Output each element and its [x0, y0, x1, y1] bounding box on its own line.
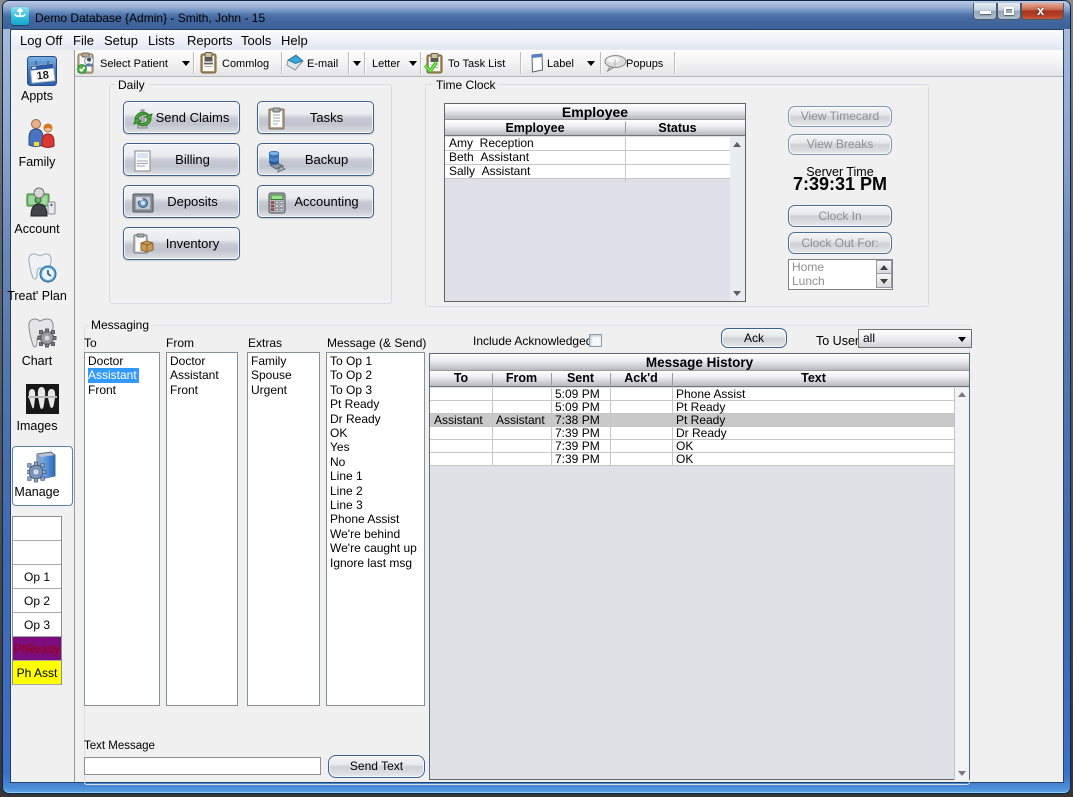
svg-text:18: 18 [36, 69, 49, 82]
